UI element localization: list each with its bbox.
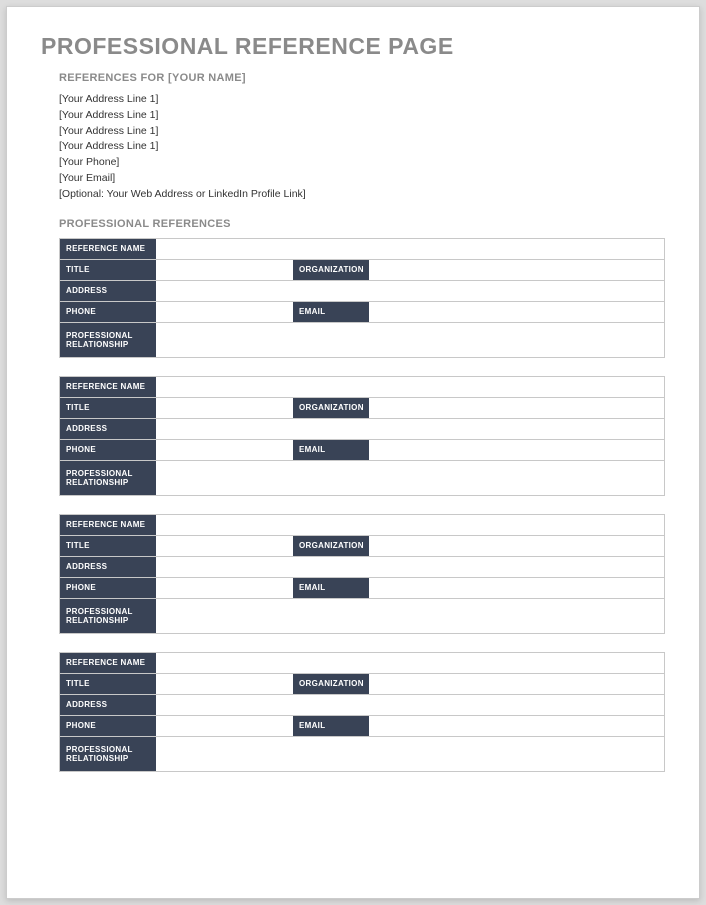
phone-line: [Your Phone] [59, 155, 665, 171]
references-for-subheader: REFERENCES FOR [YOUR NAME] [59, 72, 665, 84]
label-email: EMAIL [293, 578, 369, 598]
field-professional-relationship[interactable] [156, 737, 664, 771]
field-address[interactable] [156, 557, 664, 577]
address-line: [Your Address Line 1] [59, 124, 665, 140]
reference-block: REFERENCE NAME TITLE ORGANIZATION ADDRES… [59, 238, 665, 358]
address-block: [Your Address Line 1] [Your Address Line… [59, 92, 665, 202]
field-organization[interactable] [369, 398, 664, 418]
field-phone[interactable] [156, 440, 293, 460]
field-email[interactable] [369, 302, 664, 322]
field-professional-relationship[interactable] [156, 599, 664, 633]
field-email[interactable] [369, 440, 664, 460]
field-phone[interactable] [156, 302, 293, 322]
field-title[interactable] [156, 536, 293, 556]
label-address: ADDRESS [60, 419, 156, 439]
label-reference-name: REFERENCE NAME [60, 653, 156, 673]
reference-block: REFERENCE NAME TITLE ORGANIZATION ADDRES… [59, 376, 665, 496]
field-title[interactable] [156, 398, 293, 418]
field-professional-relationship[interactable] [156, 461, 664, 495]
document-page: PROFESSIONAL REFERENCE PAGE REFERENCES F… [6, 6, 700, 899]
label-organization: ORGANIZATION [293, 674, 369, 694]
label-reference-name: REFERENCE NAME [60, 239, 156, 259]
field-address[interactable] [156, 281, 664, 301]
label-professional-relationship: PROFESSIONAL RELATIONSHIP [60, 737, 156, 771]
label-reference-name: REFERENCE NAME [60, 515, 156, 535]
field-organization[interactable] [369, 260, 664, 280]
field-address[interactable] [156, 419, 664, 439]
address-line: [Your Address Line 1] [59, 92, 665, 108]
web-line: [Optional: Your Web Address or LinkedIn … [59, 187, 665, 203]
label-title: TITLE [60, 674, 156, 694]
label-title: TITLE [60, 398, 156, 418]
address-line: [Your Address Line 1] [59, 139, 665, 155]
label-title: TITLE [60, 536, 156, 556]
label-email: EMAIL [293, 716, 369, 736]
label-phone: PHONE [60, 716, 156, 736]
email-line: [Your Email] [59, 171, 665, 187]
label-reference-name: REFERENCE NAME [60, 377, 156, 397]
reference-block: REFERENCE NAME TITLE ORGANIZATION ADDRES… [59, 652, 665, 772]
label-address: ADDRESS [60, 557, 156, 577]
label-title: TITLE [60, 260, 156, 280]
field-phone[interactable] [156, 578, 293, 598]
label-organization: ORGANIZATION [293, 398, 369, 418]
label-phone: PHONE [60, 440, 156, 460]
field-organization[interactable] [369, 674, 664, 694]
field-reference-name[interactable] [156, 377, 664, 397]
label-phone: PHONE [60, 578, 156, 598]
field-reference-name[interactable] [156, 515, 664, 535]
field-professional-relationship[interactable] [156, 323, 664, 357]
field-email[interactable] [369, 716, 664, 736]
page-title: PROFESSIONAL REFERENCE PAGE [41, 33, 665, 60]
label-organization: ORGANIZATION [293, 260, 369, 280]
label-phone: PHONE [60, 302, 156, 322]
label-professional-relationship: PROFESSIONAL RELATIONSHIP [60, 461, 156, 495]
label-professional-relationship: PROFESSIONAL RELATIONSHIP [60, 599, 156, 633]
address-line: [Your Address Line 1] [59, 108, 665, 124]
reference-block: REFERENCE NAME TITLE ORGANIZATION ADDRES… [59, 514, 665, 634]
field-email[interactable] [369, 578, 664, 598]
label-email: EMAIL [293, 440, 369, 460]
field-address[interactable] [156, 695, 664, 715]
label-email: EMAIL [293, 302, 369, 322]
field-reference-name[interactable] [156, 239, 664, 259]
field-title[interactable] [156, 260, 293, 280]
label-organization: ORGANIZATION [293, 536, 369, 556]
field-organization[interactable] [369, 536, 664, 556]
professional-references-header: PROFESSIONAL REFERENCES [59, 218, 665, 230]
field-title[interactable] [156, 674, 293, 694]
label-address: ADDRESS [60, 695, 156, 715]
label-professional-relationship: PROFESSIONAL RELATIONSHIP [60, 323, 156, 357]
field-phone[interactable] [156, 716, 293, 736]
field-reference-name[interactable] [156, 653, 664, 673]
label-address: ADDRESS [60, 281, 156, 301]
